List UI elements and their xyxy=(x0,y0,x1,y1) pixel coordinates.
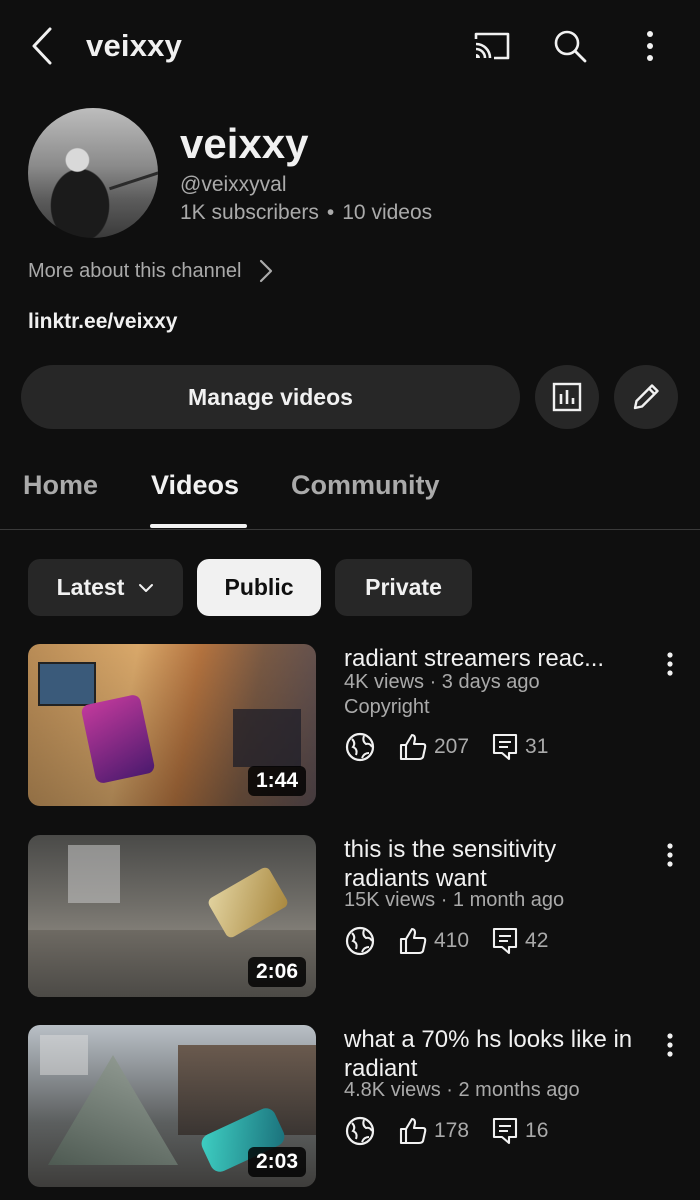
app-bar-title: veixxy xyxy=(86,28,183,63)
video-stats: 207 31 xyxy=(344,729,548,765)
video-thumbnail[interactable]: 2:03 xyxy=(28,1025,316,1187)
channel-tabs: Home Videos Community xyxy=(0,448,700,530)
top-app-bar: veixxy xyxy=(0,0,700,92)
analytics-button[interactable] xyxy=(535,365,599,429)
video-more-button[interactable] xyxy=(658,837,682,873)
edit-channel-button[interactable] xyxy=(614,365,678,429)
video-meta: 4K views · 3 days ago xyxy=(344,671,540,693)
active-tab-indicator xyxy=(150,524,247,528)
globe-icon xyxy=(345,926,375,956)
comments-stat: 16 xyxy=(491,1116,548,1146)
analytics-icon xyxy=(552,382,582,412)
chevron-down-icon xyxy=(139,583,154,592)
video-thumbnail[interactable]: 1:44 xyxy=(28,644,316,806)
comment-icon xyxy=(492,927,518,955)
filter-public-chip[interactable]: Public xyxy=(197,559,321,616)
thumbs-up-icon xyxy=(399,733,427,761)
like-count: 178 xyxy=(434,1119,470,1142)
video-duration: 1:44 xyxy=(247,766,306,796)
weapon-graphic xyxy=(80,693,156,785)
pencil-icon xyxy=(633,384,659,410)
tab-home[interactable]: Home xyxy=(23,470,98,501)
video-item[interactable]: 2:03 what a 70% hs looks like in radiant… xyxy=(0,1025,700,1195)
video-meta: 15K views · 1 month ago xyxy=(344,889,565,911)
subscriber-count: 1K subscribers xyxy=(180,201,319,224)
likes-stat: 178 xyxy=(398,1116,469,1146)
video-more-button[interactable] xyxy=(658,646,682,682)
comment-icon xyxy=(492,1117,518,1145)
video-more-button[interactable] xyxy=(658,1027,682,1063)
back-button[interactable] xyxy=(22,24,62,68)
back-arrow-icon xyxy=(32,27,52,65)
video-duration: 2:03 xyxy=(247,1147,306,1177)
more-about-label: More about this channel xyxy=(28,259,242,282)
channel-name: veixxy xyxy=(180,120,309,167)
filter-private-chip[interactable]: Private xyxy=(335,559,472,616)
stats-separator: • xyxy=(326,201,335,224)
more-vertical-icon xyxy=(647,31,653,61)
more-options-button[interactable] xyxy=(632,24,668,68)
manage-videos-button[interactable]: Manage videos xyxy=(21,365,520,429)
comment-count: 31 xyxy=(525,735,549,758)
visibility-stat xyxy=(344,925,376,957)
tab-community[interactable]: Community xyxy=(291,470,440,501)
visibility-stat xyxy=(344,731,376,763)
more-vertical-icon xyxy=(667,843,673,867)
webcam-overlay xyxy=(38,662,96,706)
thumbs-up-icon xyxy=(399,1117,427,1145)
tab-videos[interactable]: Videos xyxy=(151,470,239,501)
video-stats: 410 42 xyxy=(344,923,548,959)
minimap-overlay xyxy=(40,1035,88,1075)
minimap-overlay xyxy=(68,845,120,903)
cast-icon xyxy=(474,32,510,60)
channel-stats: 1K subscribers • 10 videos xyxy=(180,201,432,225)
combat-report-panel xyxy=(233,709,301,767)
knife-graphic xyxy=(206,865,290,940)
channel-handle: @veixxyval xyxy=(180,173,287,196)
sort-latest-chip[interactable]: Latest xyxy=(28,559,183,616)
video-count: 10 videos xyxy=(342,201,433,224)
video-meta: 4.8K views · 2 months ago xyxy=(344,1079,580,1101)
video-restriction: Copyright xyxy=(344,696,430,718)
comments-stat: 31 xyxy=(491,732,548,762)
channel-external-link[interactable]: linktr.ee/veixxy xyxy=(28,310,177,334)
sort-latest-label: Latest xyxy=(56,574,125,600)
channel-avatar[interactable] xyxy=(28,108,158,238)
likes-stat: 410 xyxy=(398,926,469,956)
chevron-right-icon xyxy=(260,259,273,283)
more-vertical-icon xyxy=(667,1033,673,1057)
cast-button[interactable] xyxy=(470,26,514,66)
comment-icon xyxy=(492,733,518,761)
comments-stat: 42 xyxy=(491,926,548,956)
like-count: 207 xyxy=(434,735,470,758)
video-title[interactable]: what a 70% hs looks like in radiant xyxy=(344,1025,644,1083)
thumbs-up-icon xyxy=(399,927,427,955)
comment-count: 42 xyxy=(525,929,549,952)
more-vertical-icon xyxy=(667,652,673,676)
video-stats: 178 16 xyxy=(344,1113,548,1149)
comment-count: 16 xyxy=(525,1119,549,1142)
search-button[interactable] xyxy=(548,24,592,68)
globe-icon xyxy=(345,1116,375,1146)
video-title[interactable]: this is the sensitivity radiants want xyxy=(344,835,644,893)
visibility-stat xyxy=(344,1115,376,1147)
likes-stat: 207 xyxy=(398,732,469,762)
more-about-channel-link[interactable]: More about this channel xyxy=(28,256,273,286)
video-item[interactable]: 1:44 radiant streamers reac... 4K views … xyxy=(0,644,700,814)
video-duration: 2:06 xyxy=(247,957,306,987)
video-thumbnail[interactable]: 2:06 xyxy=(28,835,316,997)
video-title[interactable]: radiant streamers reac... xyxy=(344,644,644,673)
like-count: 410 xyxy=(434,929,470,952)
globe-icon xyxy=(345,732,375,762)
video-item[interactable]: 2:06 this is the sensitivity radiants wa… xyxy=(0,835,700,1005)
search-icon xyxy=(554,30,587,63)
